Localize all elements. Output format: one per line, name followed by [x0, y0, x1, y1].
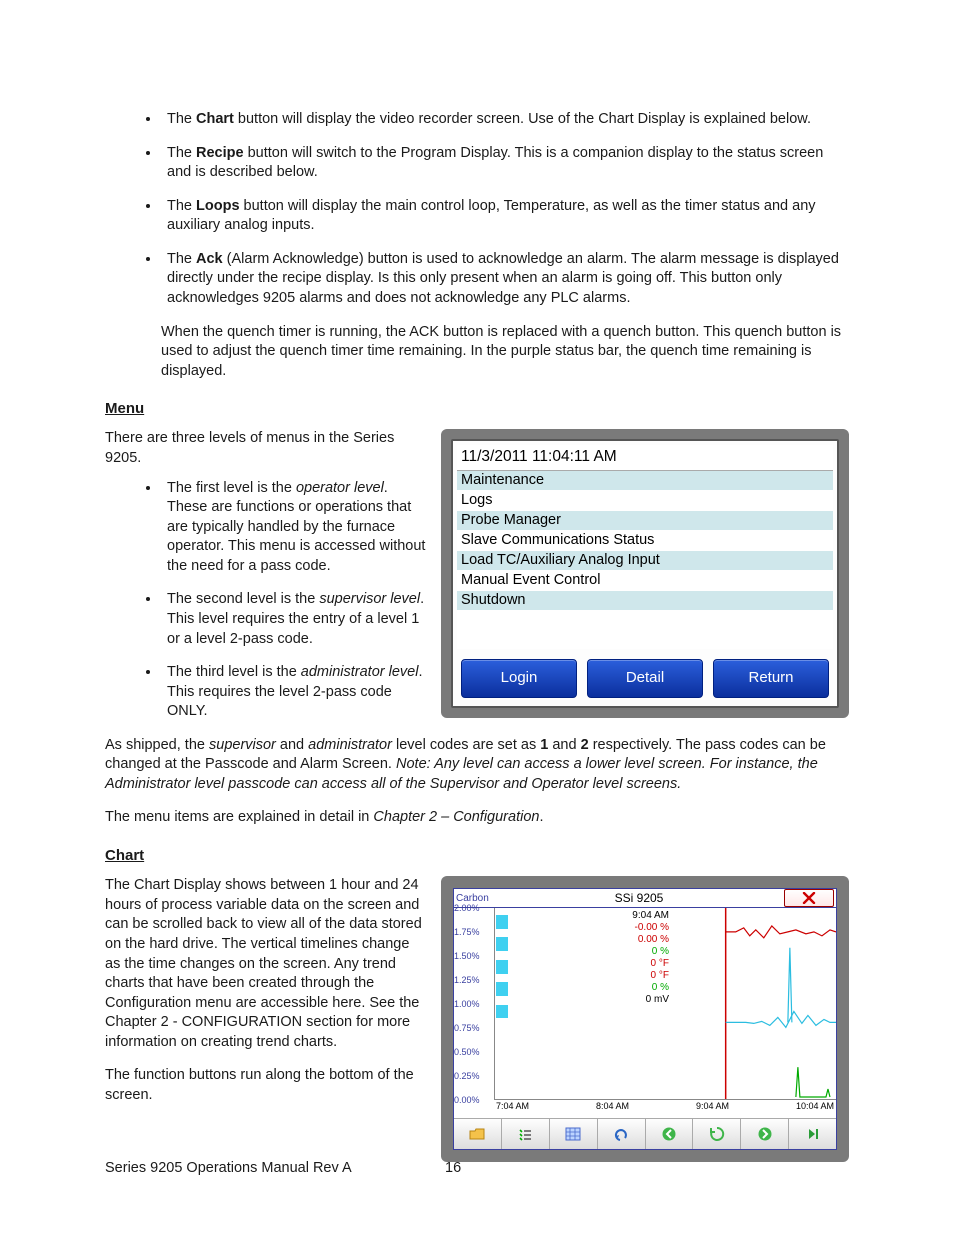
y-tick: 0.50%: [454, 1047, 480, 1057]
menu-item[interactable]: Probe Manager: [457, 511, 833, 531]
detail-button[interactable]: Detail: [587, 659, 703, 697]
bullet-chart: The Chart button will display the video …: [161, 110, 849, 130]
x-tick: 10:04 AM: [796, 1100, 834, 1118]
undo-button[interactable]: [598, 1119, 646, 1149]
open-icon: [469, 1127, 485, 1141]
close-button[interactable]: [784, 889, 834, 907]
y-tick: 1.25%: [454, 975, 480, 985]
y-tick: 1.75%: [454, 927, 480, 937]
menu-screenshot-panel: 11/3/2011 11:04:11 AM Maintenance Logs P…: [441, 429, 849, 717]
x-tick: 8:04 AM: [596, 1100, 629, 1118]
y-tick: 2.00%: [454, 903, 480, 913]
y-tick: 1.00%: [454, 999, 480, 1009]
y-tick: 0.75%: [454, 1023, 480, 1033]
chart-paragraph-1: The Chart Display shows between 1 hour a…: [105, 876, 445, 1052]
chart-screenshot-panel: Carbon SSi 9205 2.00%1.75%1.50%1.25%1.00…: [441, 876, 849, 1162]
login-button[interactable]: Login: [461, 659, 577, 697]
bullet-loops: The Loops button will display the main c…: [161, 197, 849, 236]
open-button[interactable]: [454, 1119, 502, 1149]
menu-heading: Menu: [105, 399, 849, 419]
grid-button[interactable]: [550, 1119, 598, 1149]
shipped-paragraph: As shipped, the supervisor and administr…: [105, 736, 849, 795]
list-icon: [517, 1127, 533, 1141]
refresh-icon: [709, 1126, 725, 1142]
menu-item[interactable]: Slave Communications Status: [457, 531, 833, 551]
grid-icon: [565, 1127, 581, 1141]
menu-item[interactable]: Manual Event Control: [457, 571, 833, 591]
menu-item[interactable]: Shutdown: [457, 591, 833, 611]
chart-readout: 9:04 AM -0.00 % 0.00 % 0 % 0 °F 0 °F 0 %…: [599, 910, 669, 1006]
chart-plot[interactable]: 2.00%1.75%1.50%1.25%1.00%0.75%0.50%0.25%…: [454, 908, 836, 1118]
back-icon: [661, 1126, 677, 1142]
y-tick: 1.50%: [454, 951, 480, 961]
x-tick: 9:04 AM: [696, 1100, 729, 1118]
top-bullet-list: The Chart button will display the video …: [161, 110, 849, 309]
chart-paragraph-2: The function buttons run along the botto…: [105, 1066, 445, 1105]
list-button[interactable]: [502, 1119, 550, 1149]
menu-item[interactable]: Load TC/Auxiliary Analog Input: [457, 551, 833, 571]
footer-title: Series 9205 Operations Manual Rev A: [105, 1159, 445, 1179]
quench-paragraph: When the quench timer is running, the AC…: [161, 323, 849, 382]
page-footer: Series 9205 Operations Manual Rev A 16: [105, 1159, 849, 1179]
forward-button[interactable]: [741, 1119, 789, 1149]
menu-item[interactable]: Logs: [457, 491, 833, 511]
chart-title: SSi 9205: [496, 890, 782, 906]
menu-item[interactable]: Maintenance: [457, 471, 833, 491]
chart-heading: Chart: [105, 846, 849, 866]
device-datetime: 11/3/2011 11:04:11 AM: [457, 445, 833, 471]
close-icon: [802, 892, 816, 904]
x-tick: 7:04 AM: [496, 1100, 529, 1118]
chart-toolbar: [454, 1118, 836, 1149]
back-button[interactable]: [646, 1119, 694, 1149]
menu-ref-paragraph: The menu items are explained in detail i…: [105, 808, 849, 828]
end-button[interactable]: [789, 1119, 836, 1149]
end-icon: [806, 1127, 820, 1141]
refresh-button[interactable]: [693, 1119, 741, 1149]
return-button[interactable]: Return: [713, 659, 829, 697]
footer-page-number: 16: [445, 1159, 461, 1179]
y-tick: 0.25%: [454, 1071, 480, 1081]
undo-icon: [613, 1127, 629, 1141]
bullet-recipe: The Recipe button will switch to the Pro…: [161, 144, 849, 183]
forward-icon: [757, 1126, 773, 1142]
bullet-ack: The Ack (Alarm Acknowledge) button is us…: [161, 250, 849, 309]
y-tick: 0.00%: [454, 1095, 480, 1105]
